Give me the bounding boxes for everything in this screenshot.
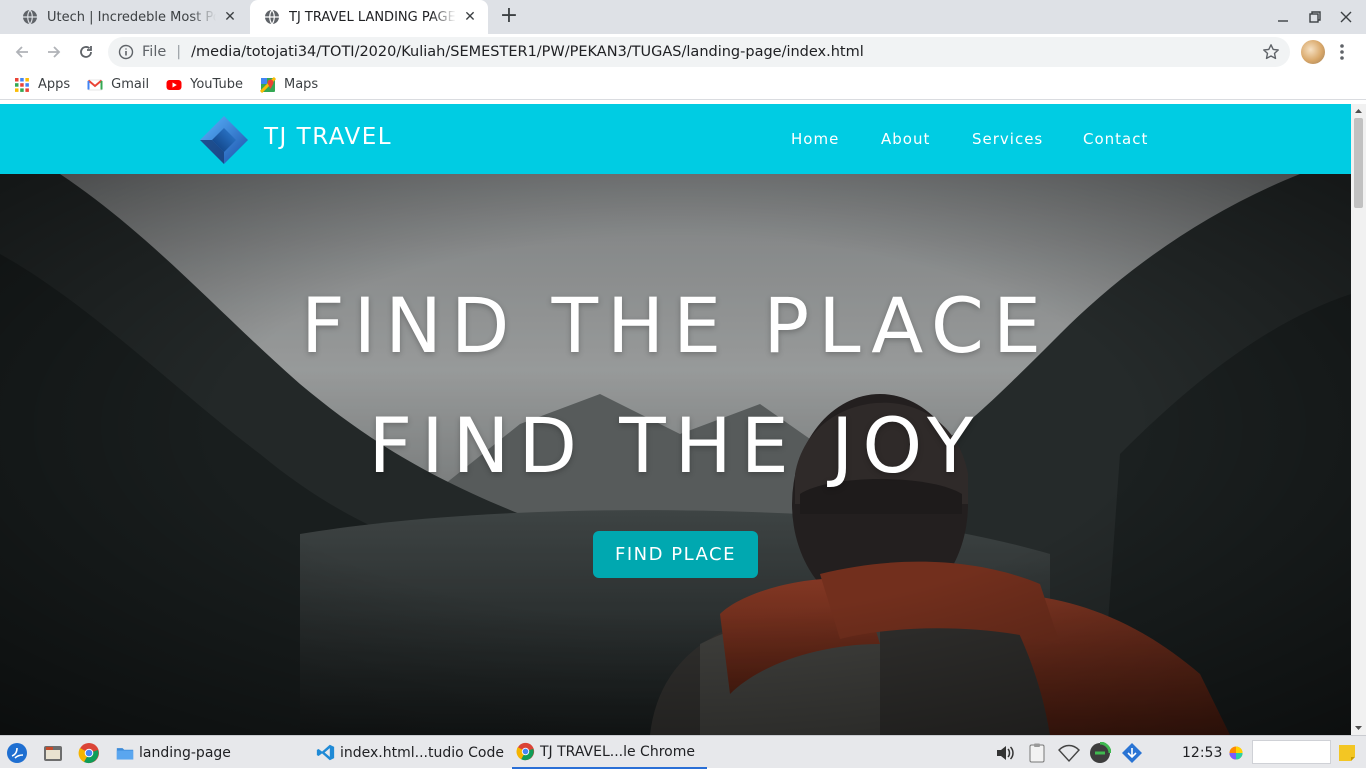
reload-icon[interactable]: [75, 41, 97, 63]
bookmark-youtube[interactable]: YouTube: [166, 77, 243, 93]
task-label: TJ TRAVEL...le Chrome: [540, 743, 695, 760]
gmail-icon: [87, 79, 103, 90]
url-text[interactable]: /media/totojati34/TOTI/2020/Kuliah/SEMES…: [191, 44, 864, 60]
profile-avatar[interactable]: [1301, 40, 1325, 64]
nav-home-link[interactable]: Home: [791, 130, 839, 148]
page-viewport: TJ TRAVEL Home About Services Contact FI…: [0, 104, 1351, 735]
task-label: landing-page: [139, 744, 231, 761]
close-tab-icon[interactable]: ✕: [462, 9, 478, 25]
wifi-icon: [1058, 744, 1080, 762]
update-tray[interactable]: [1121, 736, 1149, 769]
forward-icon[interactable]: [43, 41, 65, 63]
nav-contact-link[interactable]: Contact: [1083, 130, 1148, 148]
task-label: index.html...tudio Code: [340, 744, 504, 761]
back-icon[interactable]: [11, 41, 33, 63]
file-manager-launcher[interactable]: [42, 736, 70, 769]
nav-about-link[interactable]: About: [881, 130, 930, 148]
maps-icon: [259, 76, 276, 93]
bookmarks-bar: Apps Gmail YouTube Maps: [0, 70, 1366, 100]
globe-icon: [23, 9, 37, 25]
bookmark-maps[interactable]: Maps: [259, 76, 319, 93]
apps-grid-icon: [15, 77, 29, 92]
bookmark-label: YouTube: [190, 77, 243, 92]
chrome-icon: [78, 742, 99, 763]
bookmark-star-icon[interactable]: [1262, 43, 1280, 61]
hero-headline-line-1: FIND THE PLACE: [300, 281, 1051, 370]
menu-kebab-icon[interactable]: [1336, 42, 1348, 62]
site-navbar: TJ TRAVEL Home About Services Contact: [0, 104, 1351, 174]
restore-icon[interactable]: [1305, 6, 1325, 28]
start-menu-button[interactable]: [6, 736, 34, 769]
vscode-icon: [316, 744, 335, 761]
scroll-up-icon[interactable]: [1354, 107, 1363, 115]
task-vscode[interactable]: index.html...tudio Code: [316, 736, 504, 769]
start-menu-icon: [7, 742, 27, 763]
taskbar-clock[interactable]: 12:53: [1182, 736, 1222, 769]
color-wheel-icon: [1229, 745, 1243, 760]
bookmark-label: Maps: [283, 77, 319, 92]
os-taskbar: landing-page index.html...tudio Code TJ …: [0, 735, 1366, 769]
color-tray[interactable]: [1228, 736, 1250, 769]
scroll-down-icon[interactable]: [1354, 724, 1363, 732]
find-place-button[interactable]: FIND PLACE: [593, 531, 758, 578]
brand-name[interactable]: TJ TRAVEL: [264, 124, 392, 150]
tab-tj-travel[interactable]: TJ TRAVEL LANDING PAGE ✕: [250, 0, 488, 34]
task-landing-page[interactable]: landing-page: [116, 736, 231, 769]
task-chrome[interactable]: TJ TRAVEL...le Chrome: [512, 736, 707, 769]
page-scrollbar[interactable]: [1351, 104, 1366, 735]
battery-icon: [1090, 741, 1111, 763]
network-tray[interactable]: [1058, 736, 1086, 769]
scrollbar-thumb[interactable]: [1354, 118, 1363, 208]
browser-toolbar: File | /media/totojati34/TOTI/2020/Kulia…: [0, 34, 1366, 70]
folder-icon: [116, 747, 134, 760]
url-scheme: File: [142, 44, 167, 60]
nav-services-link[interactable]: Services: [972, 130, 1043, 148]
clipboard-icon: [1029, 743, 1045, 762]
volume-tray[interactable]: [994, 736, 1022, 769]
info-icon[interactable]: [118, 44, 134, 60]
tab-strip: Utech | Incredeble Most Po ✕ TJ TRAVEL L…: [0, 0, 1366, 34]
globe-icon: [265, 9, 279, 25]
hero-headline-line-2: FIND THE JOY: [368, 401, 983, 490]
tab-utech[interactable]: Utech | Incredeble Most Po ✕: [8, 0, 248, 34]
bookmark-apps[interactable]: Apps: [14, 77, 70, 93]
notes-tray[interactable]: [1336, 736, 1364, 769]
chrome-launcher[interactable]: [78, 736, 106, 769]
tab-title: Utech | Incredeble Most Po: [47, 9, 216, 25]
url-separator: |: [176, 44, 182, 60]
minimize-icon[interactable]: [1273, 6, 1293, 28]
bookmark-gmail[interactable]: Gmail: [87, 77, 149, 93]
address-bar[interactable]: File | /media/totojati34/TOTI/2020/Kulia…: [108, 37, 1290, 67]
close-window-icon[interactable]: [1336, 6, 1356, 28]
youtube-icon: [166, 79, 182, 90]
update-icon: [1122, 742, 1142, 763]
clipboard-tray[interactable]: [1026, 736, 1054, 769]
bookmark-label: Gmail: [111, 77, 150, 92]
file-manager-icon: [44, 745, 62, 761]
bookmark-label: Apps: [38, 77, 71, 92]
tab-title: TJ TRAVEL LANDING PAGE: [289, 9, 456, 25]
logo-diamond-icon[interactable]: [198, 114, 250, 166]
close-tab-icon[interactable]: ✕: [222, 9, 238, 25]
chrome-icon: [516, 742, 535, 761]
new-tab-button[interactable]: +: [498, 5, 520, 28]
sticky-note-icon: [1339, 744, 1355, 761]
volume-icon: [997, 745, 1014, 760]
power-tray[interactable]: [1089, 736, 1117, 769]
hero-section: FIND THE PLACE FIND THE JOY FIND PLACE: [0, 174, 1351, 735]
taskbar-search-box[interactable]: [1252, 740, 1331, 764]
